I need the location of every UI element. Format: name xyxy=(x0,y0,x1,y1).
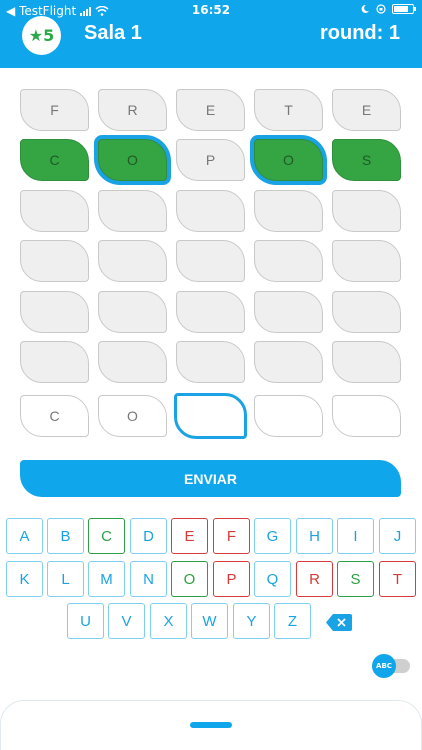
input-tile[interactable]: C xyxy=(20,395,89,437)
app-header: ◀ TestFlight 16:52 ★5 Sala 1 round: 1 xyxy=(0,0,422,68)
board-row-6 xyxy=(20,341,402,383)
key-x[interactable]: X xyxy=(150,603,187,639)
board-row-4 xyxy=(20,240,402,282)
keyboard-row-1: A B C D E F G H I J xyxy=(6,518,416,554)
board-tile xyxy=(176,240,245,282)
key-p[interactable]: P xyxy=(213,561,250,597)
input-tile[interactable] xyxy=(254,395,323,437)
key-h[interactable]: H xyxy=(296,518,333,554)
keyboard-row-3: U V X W Y Z xyxy=(67,603,347,639)
key-s[interactable]: S xyxy=(337,561,374,597)
toggle-knob: ABC xyxy=(372,654,396,678)
input-tile[interactable]: O xyxy=(98,395,167,437)
board-tile: S xyxy=(332,139,401,181)
input-tile[interactable] xyxy=(332,395,401,437)
key-c[interactable]: C xyxy=(88,518,125,554)
status-time: 16:52 xyxy=(191,3,231,17)
key-l[interactable]: L xyxy=(47,561,84,597)
key-b[interactable]: B xyxy=(47,518,84,554)
key-w[interactable]: W xyxy=(191,603,228,639)
orientation-lock-icon xyxy=(376,4,386,14)
key-d[interactable]: D xyxy=(130,518,167,554)
backspace-icon[interactable] xyxy=(326,614,352,631)
board-tile: R xyxy=(98,89,167,131)
home-indicator[interactable] xyxy=(190,722,232,728)
key-k[interactable]: K xyxy=(6,561,43,597)
board-tile xyxy=(332,190,401,232)
round-label: round: 1 xyxy=(320,22,400,44)
input-row: C O xyxy=(20,393,402,439)
board-tile xyxy=(98,341,167,383)
board-tile xyxy=(254,240,323,282)
board-tile: O xyxy=(98,139,167,181)
key-r[interactable]: R xyxy=(296,561,333,597)
status-right xyxy=(360,4,416,14)
board-tile xyxy=(176,341,245,383)
board-tile xyxy=(332,291,401,333)
key-g[interactable]: G xyxy=(254,518,291,554)
key-u[interactable]: U xyxy=(67,603,104,639)
key-m[interactable]: M xyxy=(88,561,125,597)
board-tile: E xyxy=(176,89,245,131)
board-tile: E xyxy=(332,89,401,131)
board-tile xyxy=(176,291,245,333)
key-z[interactable]: Z xyxy=(274,603,311,639)
board-tile xyxy=(20,291,89,333)
room-title: Sala 1 xyxy=(84,22,142,44)
board-tile xyxy=(98,291,167,333)
key-n[interactable]: N xyxy=(130,561,167,597)
moon-icon xyxy=(361,4,369,13)
board-tile: T xyxy=(254,89,323,131)
board-tile xyxy=(98,190,167,232)
board-tile: O xyxy=(254,139,323,181)
key-j[interactable]: J xyxy=(379,518,416,554)
board-tile: F xyxy=(20,89,89,131)
key-y[interactable]: Y xyxy=(233,603,270,639)
key-t[interactable]: T xyxy=(379,561,416,597)
board-tile: P xyxy=(176,139,245,181)
key-o[interactable]: O xyxy=(171,561,208,597)
board-tile xyxy=(98,240,167,282)
board-tile xyxy=(176,190,245,232)
key-v[interactable]: V xyxy=(108,603,145,639)
key-q[interactable]: Q xyxy=(254,561,291,597)
board-tile xyxy=(20,341,89,383)
board-tile xyxy=(254,341,323,383)
board-tile xyxy=(20,190,89,232)
keyboard-row-2: K L M N O P Q R S T xyxy=(6,561,416,597)
status-bar: ◀ TestFlight 16:52 xyxy=(0,0,422,22)
abc-toggle[interactable]: ABC xyxy=(372,654,412,678)
board-row-3 xyxy=(20,190,402,232)
board-tile xyxy=(254,190,323,232)
submit-button[interactable]: ENVIAR xyxy=(20,460,401,497)
board-tile xyxy=(254,291,323,333)
key-f[interactable]: F xyxy=(213,518,250,554)
input-tile-active[interactable] xyxy=(174,393,247,439)
board-tile xyxy=(332,341,401,383)
key-i[interactable]: I xyxy=(337,518,374,554)
board-row-5 xyxy=(20,291,402,333)
board-tile xyxy=(20,240,89,282)
board-tile: C xyxy=(20,139,89,181)
battery-icon xyxy=(392,4,416,14)
star-badge: ★5 xyxy=(22,16,61,55)
key-e[interactable]: E xyxy=(171,518,208,554)
board-row-2: C O P O S xyxy=(20,139,402,181)
board-tile xyxy=(332,240,401,282)
key-a[interactable]: A xyxy=(6,518,43,554)
board-row-1: F R E T E xyxy=(20,89,402,131)
